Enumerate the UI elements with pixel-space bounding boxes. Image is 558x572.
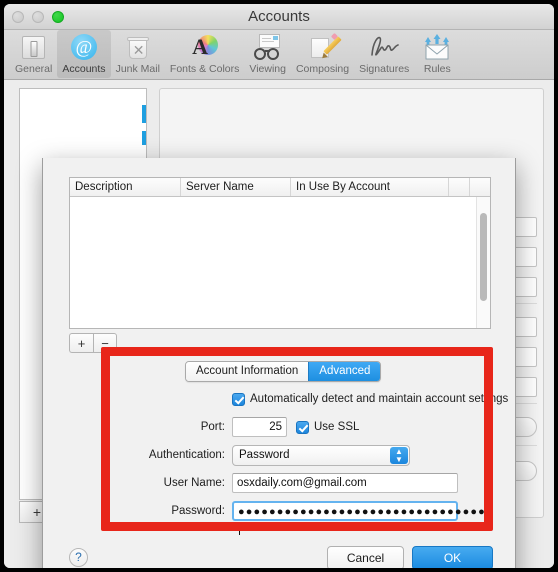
row-password: Password: ●●●●●●●●●●●●●●●●●●●●●●●●●●●●●●… [43,500,517,535]
accounts-list-selection-marker-secondary [142,131,146,145]
smtp-server-list-body [70,197,490,328]
authentication-label: Authentication: [148,449,225,461]
toolbar-label-fonts-colors: Fonts & Colors [169,63,240,75]
preferences-body: + − D [4,80,554,568]
toolbar-item-junk-mail[interactable]: ••• ✕ Junk Mail [111,30,165,78]
signature-icon [368,32,400,62]
pencil-paper-icon [310,32,342,62]
toolbar-item-viewing[interactable]: Viewing [244,30,291,78]
at-sign-icon: @ [70,32,97,62]
toolbar-item-signatures[interactable]: Signatures [354,30,414,78]
toolbar-item-general[interactable]: General [10,30,57,78]
use-ssl-label: Use SSL [314,421,360,433]
password-input[interactable]: ●●●●●●●●●●●●●●●●●●●●●●●●●●●●●●●●● [232,501,492,535]
password-value: ●●●●●●●●●●●●●●●●●●●●●●●●●●●●●●●●● [238,506,494,518]
column-header-description[interactable]: Description [70,178,181,196]
toolbar-label-junk-mail: Junk Mail [115,63,160,75]
window-titlebar: Accounts [4,4,554,30]
cancel-button[interactable]: Cancel [327,546,404,568]
toolbar-label-composing: Composing [295,63,350,75]
general-switch-icon [22,32,46,62]
toolbar-item-fonts-colors[interactable]: A Fonts & Colors [165,30,244,78]
smtp-server-list-controls: + − [69,333,117,353]
row-user-name: User Name: osxdaily.com@gmail.com [43,472,517,494]
screen: Accounts General @ Accounts ••• [0,0,558,572]
port-label: Port: [200,421,225,433]
port-input[interactable]: 25 [232,417,287,437]
advanced-form: Automatically detect and maintain accoun… [43,388,517,535]
rules-envelope-icon [423,32,451,62]
column-header-extra-1[interactable] [449,178,470,196]
toolbar-label-general: General [15,63,53,75]
column-header-in-use-by-account[interactable]: In Use By Account [291,178,449,196]
toolbar-label-rules: Rules [423,63,451,75]
font-color-icon: A [191,32,219,62]
accounts-list-selection-marker [142,105,146,123]
toolbar-label-viewing: Viewing [249,63,286,75]
remove-server-button[interactable]: − [93,333,117,353]
sheet-tab-control: Account Information Advanced [185,361,382,382]
accounts-preferences-window: Accounts General @ Accounts ••• [4,4,554,568]
user-name-label: User Name: [163,477,225,489]
row-auto-detect: Automatically detect and maintain accoun… [43,388,517,410]
auto-detect-label: Automatically detect and maintain accoun… [250,393,509,405]
close-button-icon[interactable] [12,11,24,23]
preferences-toolbar: General @ Accounts ••• ✕ Junk Mail [4,30,554,80]
column-header-extra-2[interactable] [470,178,490,196]
toolbar-item-accounts[interactable]: @ Accounts [57,30,111,78]
trash-can-icon: ••• ✕ [125,32,151,62]
toolbar-item-composing[interactable]: Composing [291,30,354,78]
tab-advanced[interactable]: Advanced [308,362,381,381]
text-caret [239,523,240,535]
scrollbar-thumb[interactable] [480,213,487,301]
toolbar-label-signatures: Signatures [359,63,410,75]
smtp-server-list-header: Description Server Name In Use By Accoun… [70,178,490,197]
smtp-server-list-scrollbar[interactable] [476,197,490,328]
add-server-button[interactable]: + [69,333,93,353]
advanced-settings-sheet: Description Server Name In Use By Accoun… [42,158,516,568]
smtp-server-list[interactable]: Description Server Name In Use By Accoun… [69,177,491,329]
row-port: Port: 25 Use SSL [43,416,517,438]
minimize-button-icon[interactable] [32,11,44,23]
traffic-lights [12,11,64,23]
row-authentication: Authentication: Password ▲ ▼ [43,444,517,466]
auto-detect-checkbox[interactable] [232,392,245,406]
authentication-popup-button[interactable]: Password ▲ ▼ [232,444,410,466]
help-button[interactable]: ? [69,548,88,567]
toolbar-label-accounts: Accounts [62,63,106,75]
authentication-value: Password [239,449,290,461]
eyeglasses-icon [253,32,283,62]
window-title: Accounts [248,8,310,25]
toolbar-item-rules[interactable]: Rules [414,30,460,78]
tab-account-information[interactable]: Account Information [186,362,309,381]
ok-button[interactable]: OK [412,546,493,568]
password-label: Password: [171,505,225,517]
zoom-button-icon[interactable] [52,11,64,23]
column-header-server-name[interactable]: Server Name [181,178,291,196]
use-ssl-checkbox[interactable] [296,420,309,434]
user-name-input[interactable]: osxdaily.com@gmail.com [232,473,458,493]
chevron-updown-icon: ▲ ▼ [390,446,408,464]
